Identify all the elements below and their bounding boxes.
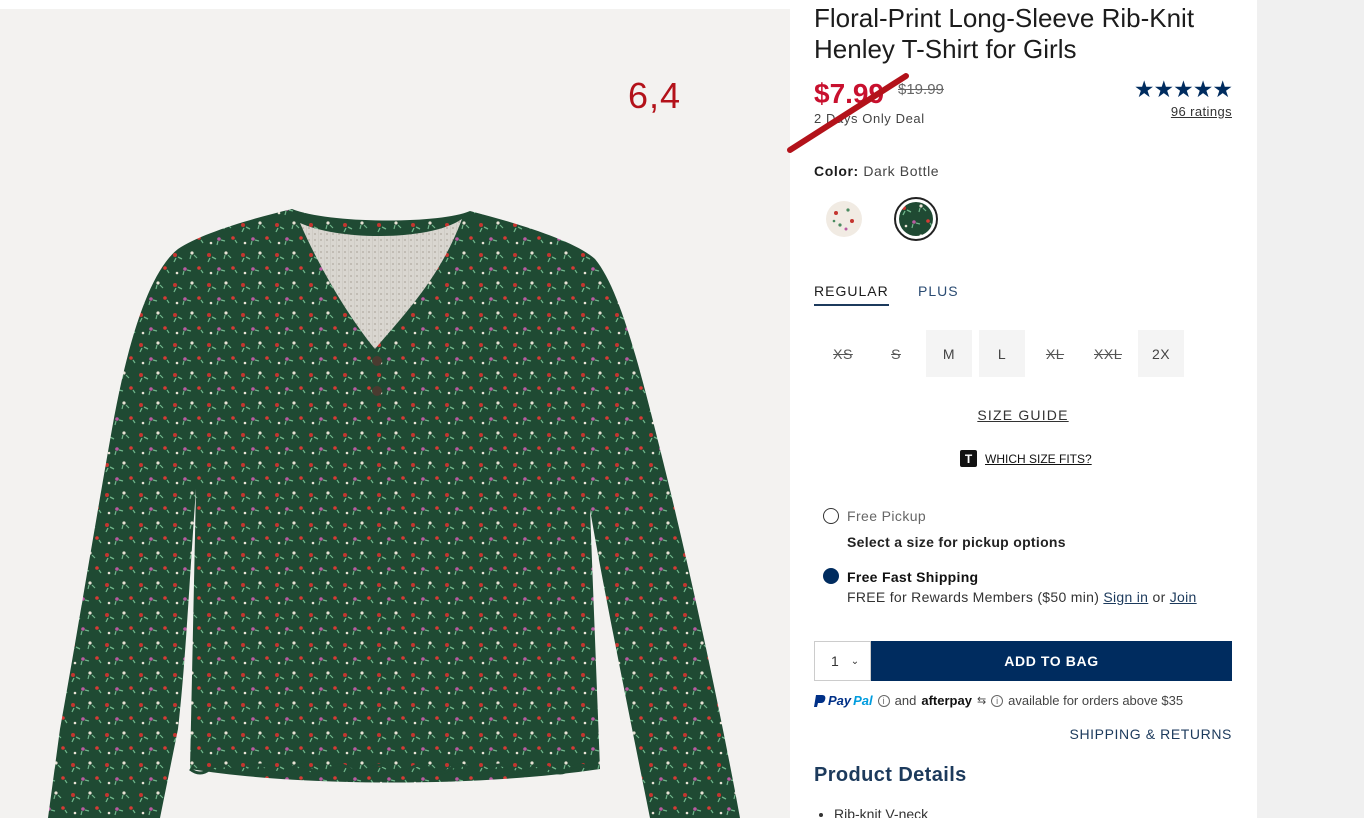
paypal-word-b: Pal xyxy=(853,693,873,708)
swatch-light-floral[interactable] xyxy=(822,197,866,241)
pickup-radio[interactable] xyxy=(823,508,839,524)
chevron-down-icon: ⌄ xyxy=(850,655,860,667)
selected-color: Dark Bottle xyxy=(863,163,940,179)
size-2x[interactable]: 2X xyxy=(1138,330,1184,377)
size-xs[interactable]: XS xyxy=(820,330,866,377)
and-text: and xyxy=(894,693,917,708)
afterpay-arrows-icon: ⇆ xyxy=(976,695,987,707)
swatch-dark-bottle[interactable] xyxy=(894,197,938,241)
size-guide-link[interactable]: SIZE GUIDE xyxy=(814,407,1232,423)
dark-bottle-swatch-icon xyxy=(899,202,933,236)
quantity-select[interactable]: 1 ⌄ xyxy=(814,641,871,681)
or-text: or xyxy=(1152,589,1166,605)
afterpay-logo: afterpay xyxy=(921,693,972,708)
tab-plus[interactable]: PLUS xyxy=(918,283,959,304)
annotation-number: 6,4 xyxy=(628,75,682,116)
detail-bullet: Rib-knit V-neck xyxy=(834,806,928,818)
shipping-sub: FREE for Rewards Members ($50 min) Sign … xyxy=(847,589,1197,605)
product-page: 6,4 Floral-Print Long-Sleeve Rib-Knit He… xyxy=(0,0,1364,818)
sign-in-link[interactable]: Sign in xyxy=(1103,589,1148,605)
which-size-fits-label: WHICH SIZE FITS? xyxy=(985,451,1092,466)
tab-regular[interactable]: REGULAR xyxy=(814,283,889,306)
product-details-list: Rib-knit V-neck xyxy=(834,806,928,818)
light-floral-swatch-icon xyxy=(826,201,862,237)
product-info: Floral-Print Long-Sleeve Rib-Knit Henley… xyxy=(787,0,1234,818)
shirt-illustration xyxy=(48,209,740,818)
ratings-link[interactable]: 96 ratings xyxy=(1171,104,1232,119)
pickup-label: Free Pickup xyxy=(847,508,927,524)
product-details-title[interactable]: Product Details xyxy=(814,764,967,787)
afterpay-info-icon[interactable]: i xyxy=(991,694,1004,707)
true-fit-icon: T xyxy=(960,450,977,467)
quantity-value: 1 xyxy=(831,653,839,669)
add-to-bag-button[interactable]: ADD TO BAG xyxy=(871,641,1232,681)
product-image[interactable]: 6,4 xyxy=(0,9,790,818)
size-xl[interactable]: XL xyxy=(1032,330,1078,377)
paypal-icon xyxy=(814,695,826,707)
color-label: Color: Dark Bottle xyxy=(814,163,939,179)
shipping-label: Free Fast Shipping xyxy=(847,569,979,585)
join-link[interactable]: Join xyxy=(1170,589,1197,605)
product-title: Floral-Print Long-Sleeve Rib-Knit Henley… xyxy=(814,3,1195,64)
paypal-word-a: Pay xyxy=(828,693,852,708)
paypal-logo: Pay Pal xyxy=(814,693,873,708)
paypal-info-icon[interactable]: i xyxy=(877,694,890,707)
payment-availability: available for orders above $35 xyxy=(1008,693,1184,708)
annotation-slash xyxy=(787,73,909,153)
size-xxl[interactable]: XXL xyxy=(1085,330,1131,377)
payment-options: Pay Pal i and afterpay ⇆ i available for … xyxy=(814,693,1183,708)
shipping-returns-link[interactable]: SHIPPING & RETURNS xyxy=(1070,726,1233,742)
right-gutter xyxy=(1257,0,1364,818)
which-size-fits[interactable]: T WHICH SIZE FITS? xyxy=(960,450,1092,467)
size-l[interactable]: L xyxy=(979,330,1025,377)
rating-stars-icon: ★★★★★ xyxy=(1133,76,1233,102)
shipping-radio[interactable] xyxy=(823,568,839,584)
shipping-sub-text: FREE for Rewards Members ($50 min) xyxy=(847,589,1100,605)
pickup-sub: Select a size for pickup options xyxy=(847,534,1066,550)
size-s[interactable]: S xyxy=(873,330,919,377)
color-label-prefix: Color: xyxy=(814,163,859,179)
size-m[interactable]: M xyxy=(926,330,972,377)
